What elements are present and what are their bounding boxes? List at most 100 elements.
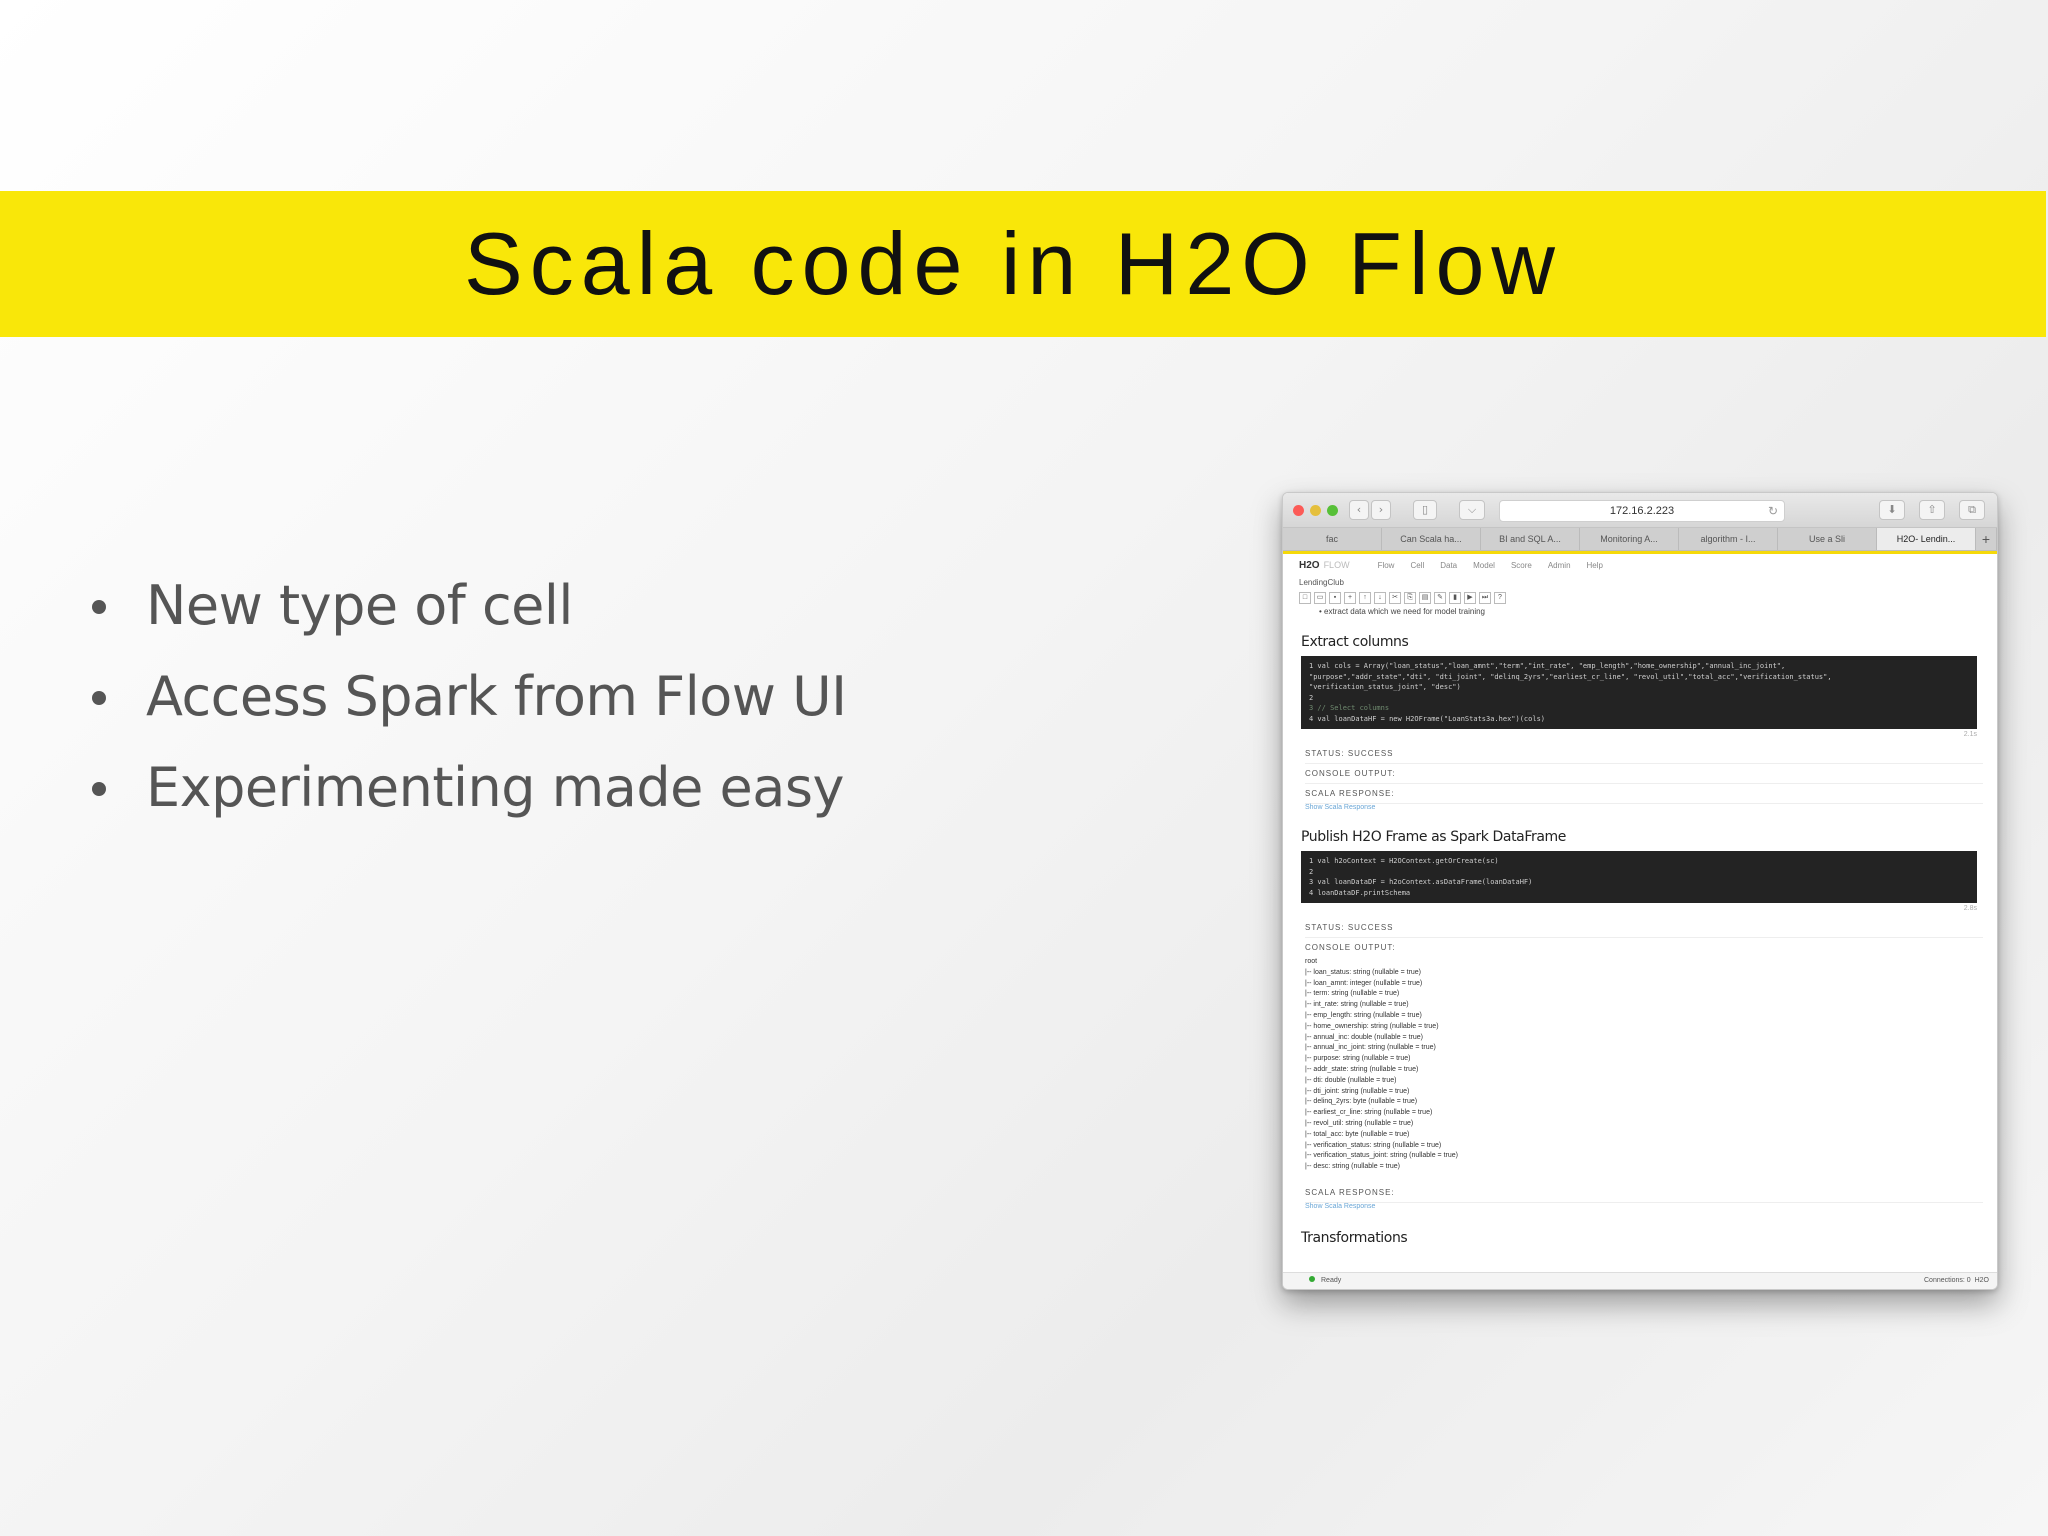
bullet-item: Experimenting made easy [88, 742, 847, 833]
maximize-window-icon[interactable] [1327, 505, 1338, 516]
share-icon[interactable]: ⇧ [1919, 500, 1945, 520]
status-right: Connections: 0 H2O [1924, 1273, 1989, 1289]
notebook-name[interactable]: LendingClub [1299, 578, 1983, 587]
move-down-icon[interactable]: ↓ [1374, 592, 1386, 604]
scala-code-cell[interactable]: 1 val cols = Array("loan_status","loan_a… [1301, 656, 1977, 729]
flow-status-bar: Ready Connections: 0 H2O [1283, 1272, 1997, 1289]
title-banner: Scala code in H2O Flow [0, 191, 2046, 337]
browser-tab[interactable]: BI and SQL A... [1481, 528, 1580, 550]
run-all-icon[interactable]: ⏭ [1479, 592, 1491, 604]
save-icon[interactable]: ▪ [1329, 592, 1341, 604]
status-label: STATUS: SUCCESS [1305, 918, 1983, 938]
edit-icon[interactable]: ✎ [1434, 592, 1446, 604]
menu-cell[interactable]: Cell [1410, 561, 1424, 570]
console-line: |-- dti_joint: string (nullable = true) [1305, 1087, 1410, 1095]
menu-model[interactable]: Model [1473, 561, 1495, 570]
console-line: |-- earliest_cr_line: string (nullable =… [1305, 1109, 1433, 1117]
menu-score[interactable]: Score [1511, 561, 1532, 570]
browser-screenshot: ‹ › ▯ ⌵ 172.16.2.223 ↻ ⬇ ⇧ ⧉ fac Can Sca… [1282, 492, 1998, 1290]
browser-titlebar: ‹ › ▯ ⌵ 172.16.2.223 ↻ ⬇ ⇧ ⧉ [1283, 493, 1997, 528]
code-line: "verification_status_joint", "desc") [1309, 683, 1461, 691]
console-line: |-- verification_status: string (nullabl… [1305, 1141, 1442, 1149]
paste-icon[interactable]: ▤ [1419, 592, 1431, 604]
bullet-dot-icon [92, 782, 106, 796]
console-line: |-- annual_inc: double (nullable = true) [1305, 1033, 1423, 1041]
url-text: 172.16.2.223 [1609, 505, 1675, 517]
url-bar[interactable]: 172.16.2.223 ↻ [1499, 500, 1785, 522]
browser-tab[interactable]: Use a Sli [1778, 528, 1877, 550]
code-line: 4 loanDataDF.printSchema [1309, 888, 1411, 897]
code-line: 3 val loanDataDF = h2oContext.asDataFram… [1309, 878, 1533, 886]
menu-admin[interactable]: Admin [1548, 561, 1571, 570]
console-line: |-- revol_util: string (nullable = true) [1305, 1119, 1414, 1127]
console-line: |-- addr_state: string (nullable = true) [1305, 1065, 1419, 1073]
console-line: |-- purpose: string (nullable = true) [1305, 1055, 1411, 1063]
pocket-icon[interactable]: ⌵ [1459, 500, 1485, 520]
console-line: |-- term: string (nullable = true) [1305, 990, 1400, 998]
h2o-logo: H2O [1299, 559, 1320, 571]
bullet-dot-icon [92, 691, 106, 705]
ready-status-icon [1309, 1276, 1315, 1282]
flow-content: H2O FLOW Flow Cell Data Model Score Admi… [1283, 554, 1997, 1267]
new-tab-button[interactable]: + [1976, 528, 1997, 550]
status-label: STATUS: SUCCESS [1305, 744, 1983, 764]
browser-tab[interactable]: Can Scala ha... [1382, 528, 1481, 550]
sidebar-icon[interactable]: ▯ [1413, 500, 1437, 520]
browser-tab[interactable]: fac [1283, 528, 1382, 550]
browser-tab-active[interactable]: H2O- Lendin... [1877, 528, 1976, 550]
status-ready: Ready [1321, 1277, 1342, 1284]
console-line: |-- total_acc: byte (nullable = true) [1305, 1130, 1410, 1138]
browser-tab[interactable]: Monitoring A... [1580, 528, 1679, 550]
console-output: root |-- loan_status: string (nullable =… [1305, 957, 1983, 1173]
bullet-text: New type of cell [146, 574, 573, 637]
code-line: 4 val loanDataHF = new H2OFrame("LoanSta… [1309, 714, 1546, 723]
footer-h2o-logo: H2O [1974, 1277, 1989, 1284]
flow-logo-text: FLOW [1323, 560, 1350, 570]
cell-timing: 2.1s [1963, 731, 1977, 738]
code-line: "purpose","addr_state","dti", "dti_joint… [1309, 672, 1832, 681]
console-line: |-- verification_status_joint: string (n… [1305, 1152, 1458, 1160]
close-window-icon[interactable] [1293, 505, 1304, 516]
show-scala-response-link[interactable]: Show Scala Response [1305, 804, 1983, 811]
minimize-window-icon[interactable] [1310, 505, 1321, 516]
cell-timing: 2.8s [1963, 905, 1977, 912]
flow-menu-bar: H2O FLOW Flow Cell Data Model Score Admi… [1299, 554, 1983, 576]
console-line: |-- delinq_2yrs: byte (nullable = true) [1305, 1098, 1418, 1106]
scala-response-label: SCALA RESPONSE: [1305, 1183, 1983, 1203]
show-scala-response-link[interactable]: Show Scala Response [1305, 1203, 1983, 1210]
open-notebook-icon[interactable]: ▭ [1314, 592, 1326, 604]
browser-tab[interactable]: algorithm - I... [1679, 528, 1778, 550]
tabs-overview-icon[interactable]: ⧉ [1959, 500, 1985, 520]
flow-toolbar: □ ▭ ▪ + ↑ ↓ ✂ ⎘ ▤ ✎ ▮ ▶ ⏭ ? [1299, 591, 1983, 605]
code-line: 2 [1309, 693, 1314, 702]
console-line: |-- dti: double (nullable = true) [1305, 1076, 1397, 1084]
help-icon[interactable]: ? [1494, 592, 1506, 604]
console-line: |-- emp_length: string (nullable = true) [1305, 1011, 1422, 1019]
run-icon[interactable]: ▶ [1464, 592, 1476, 604]
code-line: 3 // Select columns [1309, 704, 1390, 712]
scala-response-label: SCALA RESPONSE: [1305, 784, 1983, 804]
reload-icon[interactable]: ↻ [1768, 501, 1778, 521]
console-line: root [1305, 958, 1318, 965]
menu-flow[interactable]: Flow [1378, 561, 1395, 570]
code-line: 1 val cols = Array("loan_status","loan_a… [1309, 662, 1786, 670]
bullet-item: New type of cell [88, 560, 847, 651]
back-icon[interactable]: ‹ [1349, 500, 1369, 520]
menu-help[interactable]: Help [1587, 561, 1603, 570]
browser-tab-bar: fac Can Scala ha... BI and SQL A... Moni… [1283, 528, 1997, 551]
console-line: |-- int_rate: string (nullable = true) [1305, 1001, 1409, 1009]
section-heading: Publish H2O Frame as Spark DataFrame [1301, 829, 1566, 845]
forward-icon[interactable]: › [1371, 500, 1391, 520]
move-up-icon[interactable]: ↑ [1359, 592, 1371, 604]
menu-data[interactable]: Data [1440, 561, 1457, 570]
console-line: |-- home_ownership: string (nullable = t… [1305, 1022, 1439, 1030]
new-notebook-icon[interactable]: □ [1299, 592, 1311, 604]
cut-icon[interactable]: ✂ [1389, 592, 1401, 604]
scala-code-cell[interactable]: 1 val h2oContext = H2OContext.getOrCreat… [1301, 851, 1977, 903]
download-icon[interactable]: ⬇ [1879, 500, 1905, 520]
insert-cell-icon[interactable]: + [1344, 592, 1356, 604]
delete-icon[interactable]: ▮ [1449, 592, 1461, 604]
bullet-item: Access Spark from Flow UI [88, 651, 847, 742]
copy-icon[interactable]: ⎘ [1404, 592, 1416, 604]
section-heading: Extract columns [1301, 634, 1409, 650]
